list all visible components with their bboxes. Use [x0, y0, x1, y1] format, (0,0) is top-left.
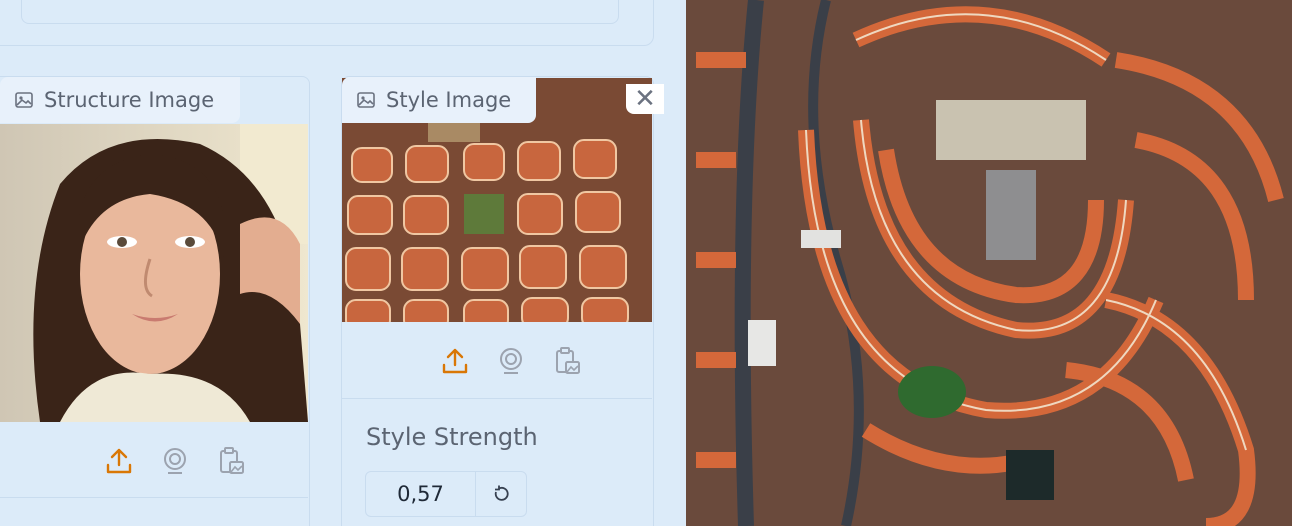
close-icon[interactable]: ✕ — [626, 84, 664, 114]
structure-image-label: Structure Image — [44, 88, 215, 112]
reset-icon[interactable] — [476, 472, 526, 516]
clipboard-image-icon[interactable] — [216, 446, 246, 480]
upload-icon[interactable] — [104, 446, 134, 480]
style-image-label: Style Image — [386, 88, 512, 112]
webcam-icon[interactable] — [160, 446, 190, 480]
image-icon — [14, 90, 34, 110]
upload-icon[interactable] — [440, 346, 470, 380]
style-strength-value[interactable]: 0,57 — [366, 472, 476, 516]
input-panels-area: Structure Image Style Image ✕ Style Stre… — [0, 0, 686, 526]
style-strength-label: Style Strength — [366, 423, 538, 451]
clipboard-image-icon[interactable] — [552, 346, 582, 380]
top-panel — [0, 0, 654, 46]
structure-image-preview[interactable] — [0, 124, 308, 422]
style-panel-divider — [341, 398, 652, 399]
structure-image-label-tab: Structure Image — [0, 77, 240, 123]
structure-source-icons — [104, 446, 246, 480]
style-source-icons — [440, 346, 582, 380]
structure-panel-divider — [0, 497, 308, 498]
result-image[interactable] — [686, 0, 1292, 526]
image-icon — [356, 90, 376, 110]
webcam-icon[interactable] — [496, 346, 526, 380]
style-image-label-tab: Style Image — [342, 77, 536, 123]
style-strength-input[interactable]: 0,57 — [365, 471, 527, 517]
top-panel-inner — [21, 0, 619, 24]
